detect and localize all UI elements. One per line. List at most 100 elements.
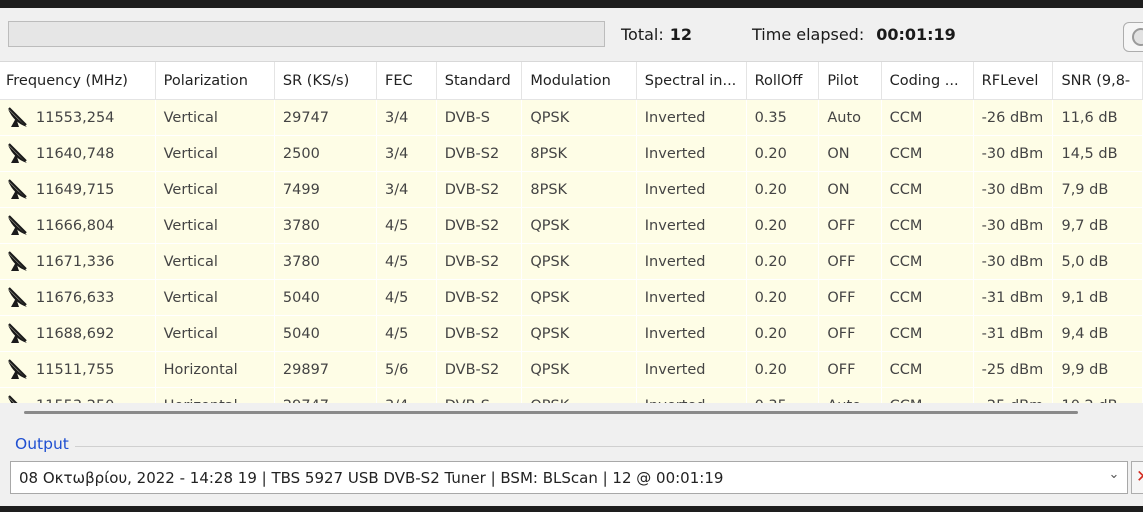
column-header[interactable]: FEC <box>376 62 437 100</box>
satellite-dish-icon <box>6 214 30 237</box>
table-cell: 3/4 <box>376 135 437 172</box>
table-row[interactable]: 11640,748 Vertical 2500 3/4 DVB-S2 8PSK Invert… <box>0 135 1143 172</box>
table-cell: 4/5 <box>376 315 437 352</box>
column-header[interactable]: Standard <box>436 62 523 100</box>
satellite-dish-icon <box>6 358 30 381</box>
frequency-value: 11553,254 <box>36 109 115 126</box>
table-cell: -30 dBm <box>973 171 1054 208</box>
table-cell: 4/5 <box>376 279 437 316</box>
table-cell: -31 dBm <box>973 315 1054 352</box>
column-header[interactable]: Polarization <box>155 62 275 100</box>
table-cell: 0.20 <box>746 243 820 280</box>
column-header[interactable]: SNR (9,8- <box>1052 62 1143 100</box>
table-row[interactable]: 11671,336 Vertical 3780 4/5 DVB-S2 QPSK Invert… <box>0 243 1143 280</box>
satellite-dish-icon <box>6 106 30 129</box>
total-count: Total: 12 <box>621 25 693 44</box>
table-cell: 4/5 <box>376 243 437 280</box>
table-cell: QPSK <box>521 315 637 352</box>
table-cell: 3780 <box>274 243 378 280</box>
table-cell: QPSK <box>521 99 637 136</box>
table-cell: QPSK <box>521 387 637 404</box>
table-cell: 0.35 <box>746 387 820 404</box>
table-cell: Horizontal <box>155 351 275 388</box>
column-header[interactable]: RollOff <box>746 62 820 100</box>
column-header[interactable]: Coding ... <box>881 62 974 100</box>
table-cell: 0.35 <box>746 99 820 136</box>
table-row[interactable]: 11649,715 Vertical 7499 3/4 DVB-S2 8PSK Invert… <box>0 171 1143 208</box>
table-cell: OFF <box>818 207 882 244</box>
table-cell: Inverted <box>636 135 747 172</box>
column-header[interactable]: Pilot <box>818 62 882 100</box>
table-cell: 5,0 dB <box>1052 243 1143 280</box>
table-cell: 5040 <box>274 279 378 316</box>
table-cell: CCM <box>881 351 974 388</box>
scrollbar-thumb[interactable] <box>24 411 1078 414</box>
column-header[interactable]: Modulation <box>521 62 637 100</box>
frequency-cell: 11553,250 <box>0 387 156 404</box>
output-log-select[interactable]: 08 Οκτωβρίου, 2022 - 14:28 19 | TBS 5927… <box>10 461 1128 494</box>
table-cell: DVB-S2 <box>436 279 523 316</box>
horizontal-scrollbar[interactable] <box>0 403 1143 421</box>
table-cell: 11,6 dB <box>1052 99 1143 136</box>
table-cell: 29747 <box>274 99 378 136</box>
stop-icon: ✕ <box>1136 467 1143 487</box>
scan-options-button[interactable] <box>1123 22 1143 52</box>
frequency-cell: 11649,715 <box>0 171 156 208</box>
column-header[interactable]: RFLevel <box>973 62 1054 100</box>
table-cell: OFF <box>818 351 882 388</box>
table-cell: 9,1 dB <box>1052 279 1143 316</box>
table-cell: QPSK <box>521 243 637 280</box>
table-cell: CCM <box>881 171 974 208</box>
table-cell: QPSK <box>521 207 637 244</box>
table-cell: -31 dBm <box>973 279 1054 316</box>
table-cell: OFF <box>818 315 882 352</box>
frequency-cell: 11666,804 <box>0 207 156 244</box>
table-cell: DVB-S <box>436 99 523 136</box>
table-row[interactable]: 11553,250Horizontal297473/4DVB-SQPSKInve… <box>0 387 1143 404</box>
table-cell: DVB-S2 <box>436 207 523 244</box>
table-cell: 3/4 <box>376 99 437 136</box>
table-cell: QPSK <box>521 279 637 316</box>
table-cell: ON <box>818 171 882 208</box>
table-cell: Vertical <box>155 315 275 352</box>
table-cell: DVB-S2 <box>436 243 523 280</box>
column-header[interactable]: Spectral in... <box>636 62 747 100</box>
chevron-down-icon[interactable]: ⌄ <box>1105 467 1123 487</box>
table-cell: 8PSK <box>521 135 637 172</box>
table-cell: CCM <box>881 243 974 280</box>
table-cell: OFF <box>818 243 882 280</box>
table-cell: 7,9 dB <box>1052 171 1143 208</box>
table-cell: 4/5 <box>376 207 437 244</box>
table-cell: -30 dBm <box>973 135 1054 172</box>
table-cell: Inverted <box>636 387 747 404</box>
column-header[interactable]: SR (KS/s) <box>274 62 378 100</box>
frequency-value: 11640,748 <box>36 145 115 162</box>
frequency-value: 11676,633 <box>36 289 115 306</box>
table-cell: 29897 <box>274 351 378 388</box>
blind-scan-window: Total: 12 Time elapsed: 00:01:19 Frequency… <box>0 8 1143 506</box>
table-row[interactable]: 11666,804 Vertical 3780 4/5 DVB-S2 QPSK Invert… <box>0 207 1143 244</box>
column-header[interactable]: Frequency (MHz) <box>0 62 156 100</box>
table-row[interactable]: 11553,254 Vertical 29747 3/4 DVB-S QPSK Invert… <box>0 99 1143 136</box>
table-cell: -30 dBm <box>973 243 1054 280</box>
stop-button[interactable]: ✕ <box>1131 461 1143 494</box>
table-cell: DVB-S <box>436 387 523 404</box>
table-cell: 5040 <box>274 315 378 352</box>
frequency-cell: 11671,336 <box>0 243 156 280</box>
table-cell: Inverted <box>636 315 747 352</box>
table-cell: 9,7 dB <box>1052 207 1143 244</box>
table-cell: Vertical <box>155 171 275 208</box>
table-cell: 3780 <box>274 207 378 244</box>
table-cell: 5/6 <box>376 351 437 388</box>
table-cell: QPSK <box>521 351 637 388</box>
table-header: Frequency (MHz) Polarization SR (KS/s) FEC S… <box>0 62 1143 100</box>
transponder-table[interactable]: Frequency (MHz) Polarization SR (KS/s) FEC S… <box>0 61 1143 404</box>
table-row[interactable]: 11688,692 Vertical 5040 4/5 DVB-S2 QPSK Invert… <box>0 315 1143 352</box>
table-cell: 7499 <box>274 171 378 208</box>
table-row[interactable]: 11511,755 Horizontal 29897 5/6 DVB-S2 QPSK Inv… <box>0 351 1143 388</box>
satellite-dish-icon <box>6 178 30 201</box>
time-elapsed: Time elapsed: 00:01:19 <box>752 25 956 44</box>
table-row[interactable]: 11676,633 Vertical 5040 4/5 DVB-S2 QPSK Invert… <box>0 279 1143 316</box>
table-cell: 0.20 <box>746 171 820 208</box>
table-cell: CCM <box>881 315 974 352</box>
